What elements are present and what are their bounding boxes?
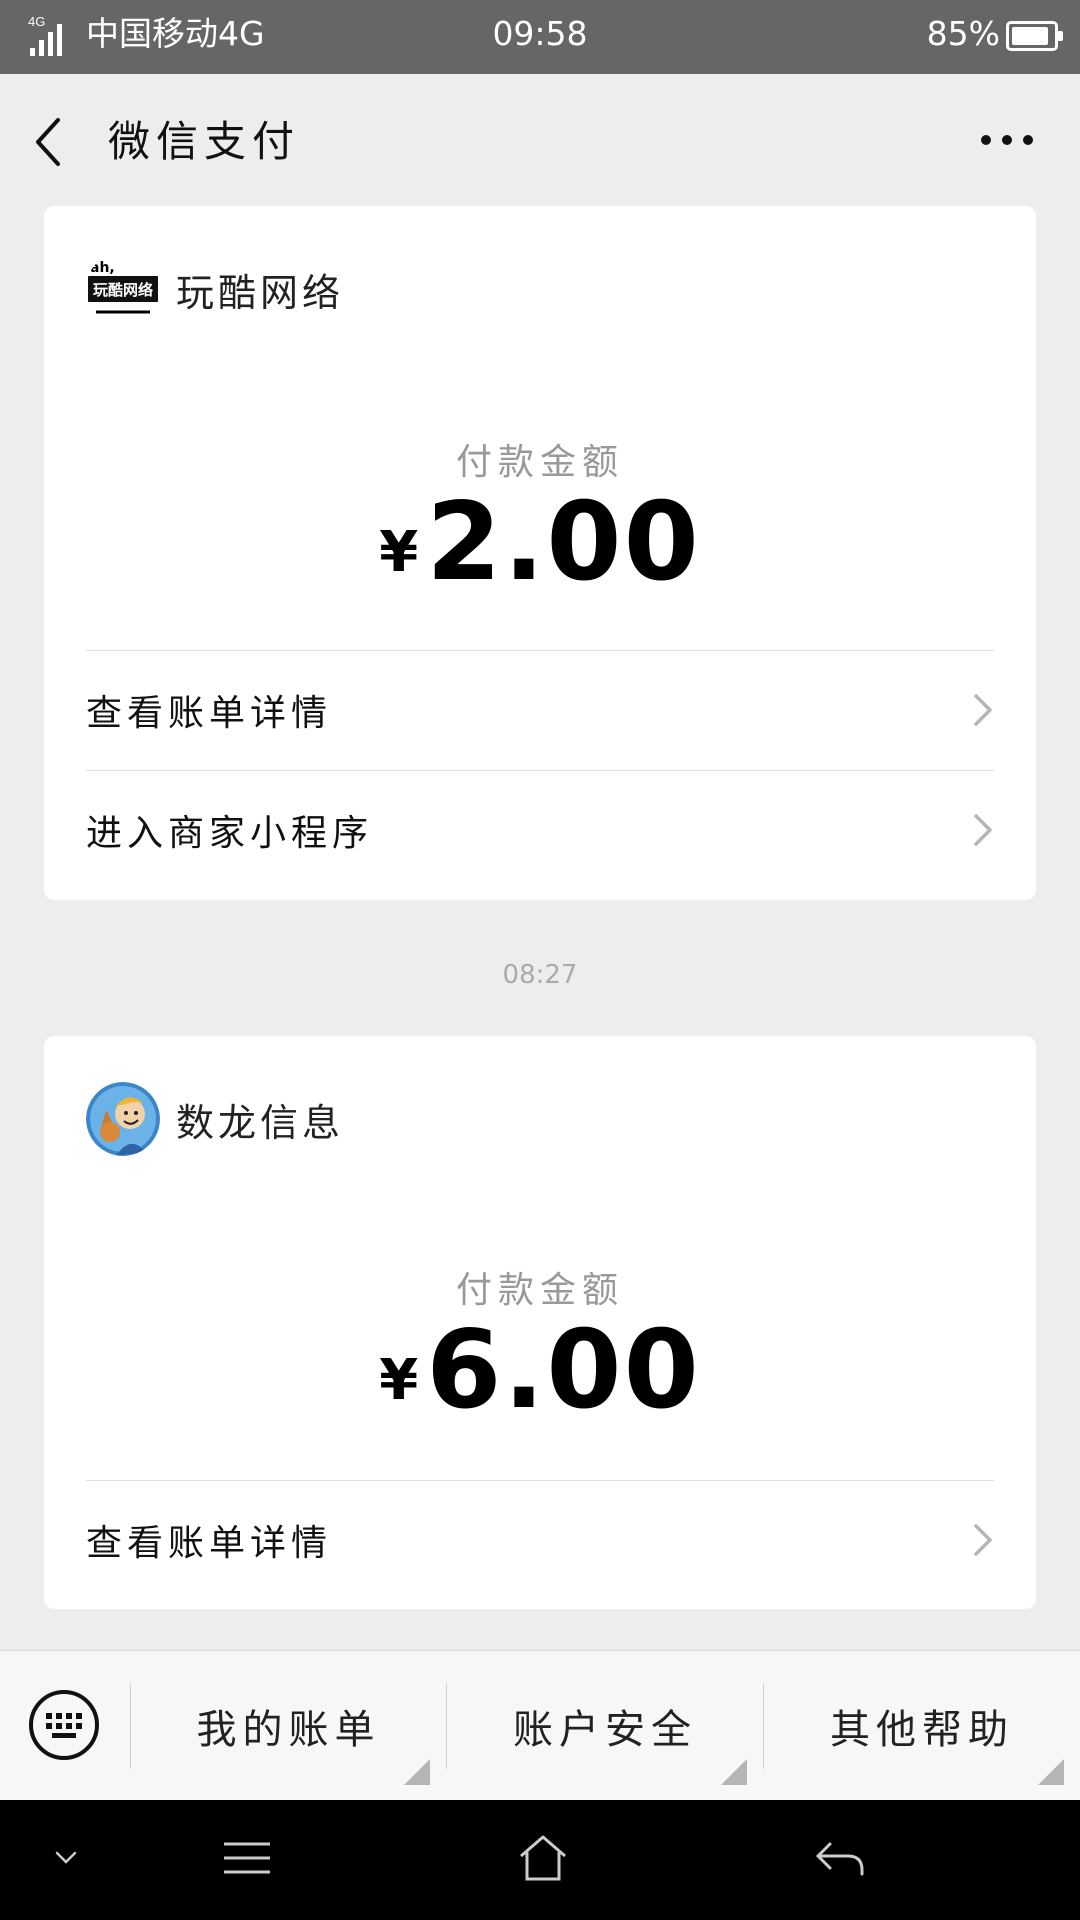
battery-icon [1006, 21, 1063, 51]
merchant-name: 数龙信息 [176, 1100, 345, 1145]
submenu-indicator-icon [404, 1759, 430, 1785]
status-bar: 4G 中国移动4G 09:58 85% [0, 0, 1080, 74]
more-dots-icon[interactable] [980, 130, 1034, 150]
view-bill-details-row[interactable]: 查看账单详情 [86, 650, 994, 769]
chevron-right-icon [974, 814, 992, 846]
payment-amount: ¥2.00 [44, 488, 1036, 629]
home-icon[interactable] [518, 1834, 568, 1882]
submenu-indicator-icon [1038, 1759, 1064, 1785]
row-label: 进入商家小程序 [86, 813, 374, 854]
keyboard-icon[interactable] [28, 1689, 100, 1761]
battery-percent: 85% [926, 14, 1000, 53]
page-title: 微信支付 [108, 117, 301, 166]
amount-value: 6.00 [426, 1308, 701, 1433]
back-icon[interactable] [814, 1838, 866, 1878]
merchant-header[interactable]: ah, 玩酷网络 玩酷网络 [86, 252, 344, 326]
amount-block: 付款金额 ¥2.00 [44, 438, 1036, 629]
merchant-logo: ah, 玩酷网络 [86, 252, 160, 326]
menu-my-bills[interactable]: 我的账单 [131, 1681, 446, 1771]
chevron-right-icon [974, 694, 992, 726]
chevron-left-icon[interactable] [30, 114, 74, 170]
payment-card: 数龙信息 付款金额 ¥6.00 查看账单详情 [44, 1036, 1036, 1609]
payment-amount: ¥6.00 [44, 1316, 1036, 1457]
svg-text:ah,: ah, [90, 260, 115, 276]
open-mini-program-row[interactable]: 进入商家小程序 [86, 770, 994, 889]
header: 微信支付 [0, 74, 1080, 204]
service-menu-bar: 我的账单 账户安全 其他帮助 [0, 1650, 1080, 1801]
merchant-avatar [86, 1082, 160, 1156]
menu-label: 其他帮助 [830, 1707, 1014, 1753]
row-label: 查看账单详情 [86, 693, 333, 734]
message-timestamp: 08:27 [502, 960, 578, 990]
merchant-name: 玩酷网络 [176, 270, 345, 315]
merchant-header[interactable]: 数龙信息 [86, 1082, 344, 1156]
view-bill-details-row[interactable]: 查看账单详情 [86, 1480, 994, 1599]
menu-icon[interactable] [222, 1840, 272, 1876]
row-label: 查看账单详情 [86, 1523, 333, 1564]
clock: 09:58 [492, 14, 588, 53]
chevron-down-icon[interactable] [54, 1850, 78, 1866]
menu-other-help[interactable]: 其他帮助 [764, 1681, 1080, 1771]
merchant-logo-text: 玩酷网络 [93, 281, 153, 299]
system-nav-bar [0, 1800, 1080, 1920]
menu-label: 我的账单 [196, 1707, 381, 1753]
submenu-indicator-icon [721, 1759, 747, 1785]
chevron-right-icon [974, 1524, 992, 1556]
menu-label: 账户安全 [513, 1707, 697, 1753]
menu-account-security[interactable]: 账户安全 [447, 1681, 763, 1771]
amount-block: 付款金额 ¥6.00 [44, 1266, 1036, 1457]
amount-value: 2.00 [426, 480, 701, 605]
payment-card: ah, 玩酷网络 玩酷网络 付款金额 ¥2.00 查看账单详情 进入商家小程序 [44, 206, 1036, 900]
currency-symbol: ¥ [379, 1348, 419, 1413]
currency-symbol: ¥ [379, 520, 419, 585]
